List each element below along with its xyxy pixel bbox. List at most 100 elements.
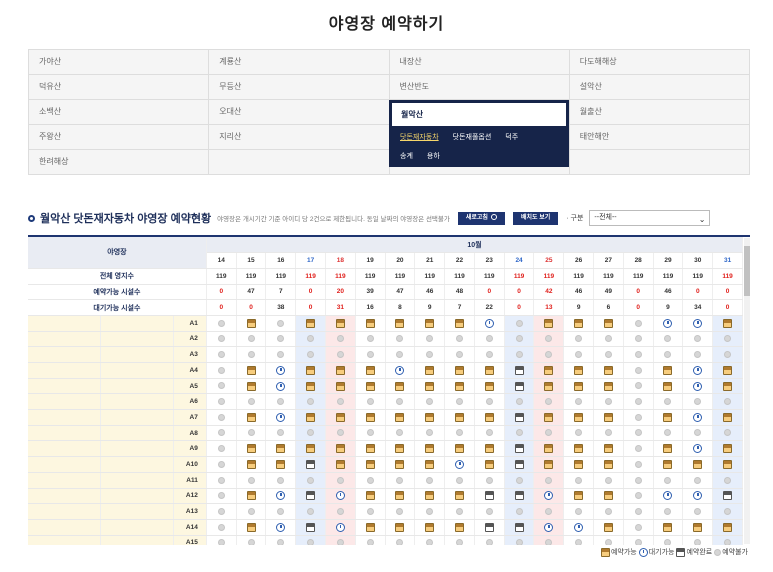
calendar-available-icon[interactable]	[484, 444, 494, 454]
site-day-cell[interactable]	[444, 440, 475, 458]
calendar-available-icon[interactable]	[306, 444, 316, 454]
calendar-available-icon[interactable]	[455, 491, 464, 501]
calendar-available-icon[interactable]	[663, 412, 673, 422]
site-day-cell[interactable]	[385, 519, 416, 536]
clock-icon[interactable]	[693, 444, 703, 454]
calendar-available-icon[interactable]	[425, 318, 435, 328]
calendar-available-icon[interactable]	[574, 491, 584, 501]
clock-icon[interactable]	[276, 522, 286, 532]
calendar-available-icon[interactable]	[246, 491, 256, 501]
calendar-available-icon[interactable]	[246, 318, 256, 328]
site-day-cell[interactable]	[444, 362, 475, 379]
scrollbar-thumb[interactable]	[744, 246, 750, 296]
site-day-cell[interactable]	[355, 488, 386, 505]
popup-campsite-option[interactable]: 닷돈재자동차	[400, 132, 439, 142]
mountain-cell[interactable]: 주왕산	[29, 125, 210, 150]
site-day-cell[interactable]	[444, 315, 475, 332]
calendar-available-icon[interactable]	[246, 522, 256, 532]
site-day-cell[interactable]	[653, 315, 684, 332]
site-day-cell[interactable]	[712, 519, 743, 536]
calendar-available-icon[interactable]	[663, 522, 673, 532]
clock-icon[interactable]	[574, 522, 584, 532]
calendar-available-icon[interactable]	[335, 318, 345, 328]
clock-icon[interactable]	[455, 459, 464, 469]
site-day-cell[interactable]	[414, 440, 446, 458]
calendar-available-icon[interactable]	[574, 444, 584, 454]
mountain-cell[interactable]: 덕유산	[29, 75, 210, 100]
popup-title[interactable]: 월악산	[391, 102, 567, 127]
popup-campsite-option[interactable]: 용하	[427, 151, 440, 161]
site-day-cell[interactable]	[325, 378, 356, 395]
site-day-cell[interactable]	[474, 456, 505, 473]
site-day-cell[interactable]	[712, 315, 743, 332]
site-day-cell[interactable]	[265, 440, 297, 458]
site-day-cell[interactable]	[265, 362, 297, 379]
calendar-available-icon[interactable]	[425, 444, 435, 454]
calendar-available-icon[interactable]	[365, 412, 375, 422]
site-day-cell[interactable]	[325, 519, 356, 536]
refresh-button[interactable]: 새로고침	[457, 211, 505, 225]
site-day-cell[interactable]	[593, 488, 624, 505]
site-day-cell[interactable]	[295, 362, 326, 379]
site-day-cell[interactable]	[325, 440, 356, 458]
mountain-cell[interactable]: 가야산	[29, 50, 210, 75]
site-day-cell[interactable]	[474, 315, 505, 332]
mountain-cell[interactable]: 내장산	[389, 50, 570, 75]
site-day-cell[interactable]	[533, 519, 565, 536]
calendar-available-icon[interactable]	[425, 522, 435, 532]
site-day-cell[interactable]	[236, 488, 267, 505]
site-day-cell[interactable]	[712, 409, 743, 426]
mountain-cell[interactable]: 소백산	[29, 100, 210, 125]
clock-icon[interactable]	[663, 318, 673, 328]
site-day-cell[interactable]	[236, 378, 267, 395]
clock-icon[interactable]	[484, 318, 494, 328]
site-day-cell[interactable]	[593, 409, 624, 426]
calendar-available-icon[interactable]	[455, 412, 464, 422]
type-select[interactable]: --전체-- ⌄	[589, 210, 711, 226]
calendar-available-icon[interactable]	[425, 412, 435, 422]
site-day-cell[interactable]	[385, 362, 416, 379]
site-day-cell[interactable]	[295, 440, 326, 458]
site-day-cell[interactable]	[385, 378, 416, 395]
calendar-available-icon[interactable]	[335, 459, 345, 469]
calendar-available-icon[interactable]	[455, 444, 464, 454]
site-day-cell[interactable]	[593, 440, 624, 458]
site-day-cell[interactable]	[653, 456, 684, 473]
calendar-available-icon[interactable]	[544, 412, 554, 422]
calendar-available-icon[interactable]	[603, 491, 613, 501]
site-day-cell[interactable]	[385, 315, 416, 332]
site-day-cell[interactable]	[563, 315, 595, 332]
site-day-cell[interactable]	[712, 440, 743, 458]
site-day-cell[interactable]	[533, 315, 565, 332]
clock-icon[interactable]	[693, 365, 703, 375]
site-day-cell[interactable]	[563, 440, 595, 458]
site-day-cell[interactable]	[355, 315, 386, 332]
calendar-available-icon[interactable]	[574, 318, 584, 328]
clock-icon[interactable]	[276, 381, 286, 391]
site-day-cell[interactable]	[414, 409, 446, 426]
calendar-available-icon[interactable]	[455, 365, 464, 375]
calendar-available-icon[interactable]	[484, 459, 494, 469]
site-day-cell[interactable]	[444, 519, 475, 536]
site-day-cell[interactable]	[385, 488, 416, 505]
calendar-available-icon[interactable]	[306, 412, 316, 422]
site-day-cell[interactable]	[474, 440, 505, 458]
site-day-cell[interactable]	[593, 362, 624, 379]
calendar-available-icon[interactable]	[544, 381, 554, 391]
site-day-cell[interactable]	[355, 456, 386, 473]
clock-icon[interactable]	[335, 491, 345, 501]
site-day-cell[interactable]	[653, 519, 684, 536]
site-day-cell[interactable]	[414, 519, 446, 536]
reservation-table-wrap[interactable]: 야영장 10월 14 15 16 17 18 19 20 21 22 23 24 25 26 27 28 29 30…	[28, 235, 750, 545]
site-day-cell[interactable]	[265, 488, 297, 505]
site-day-cell[interactable]	[414, 378, 446, 395]
site-day-cell[interactable]	[295, 315, 326, 332]
calendar-available-icon[interactable]	[723, 381, 733, 391]
clock-icon[interactable]	[544, 491, 554, 501]
site-day-cell[interactable]	[414, 315, 446, 332]
site-day-cell[interactable]	[444, 488, 475, 505]
calendar-available-icon[interactable]	[365, 318, 375, 328]
calendar-available-icon[interactable]	[603, 459, 613, 469]
clock-icon[interactable]	[276, 412, 286, 422]
calendar-available-icon[interactable]	[603, 318, 613, 328]
